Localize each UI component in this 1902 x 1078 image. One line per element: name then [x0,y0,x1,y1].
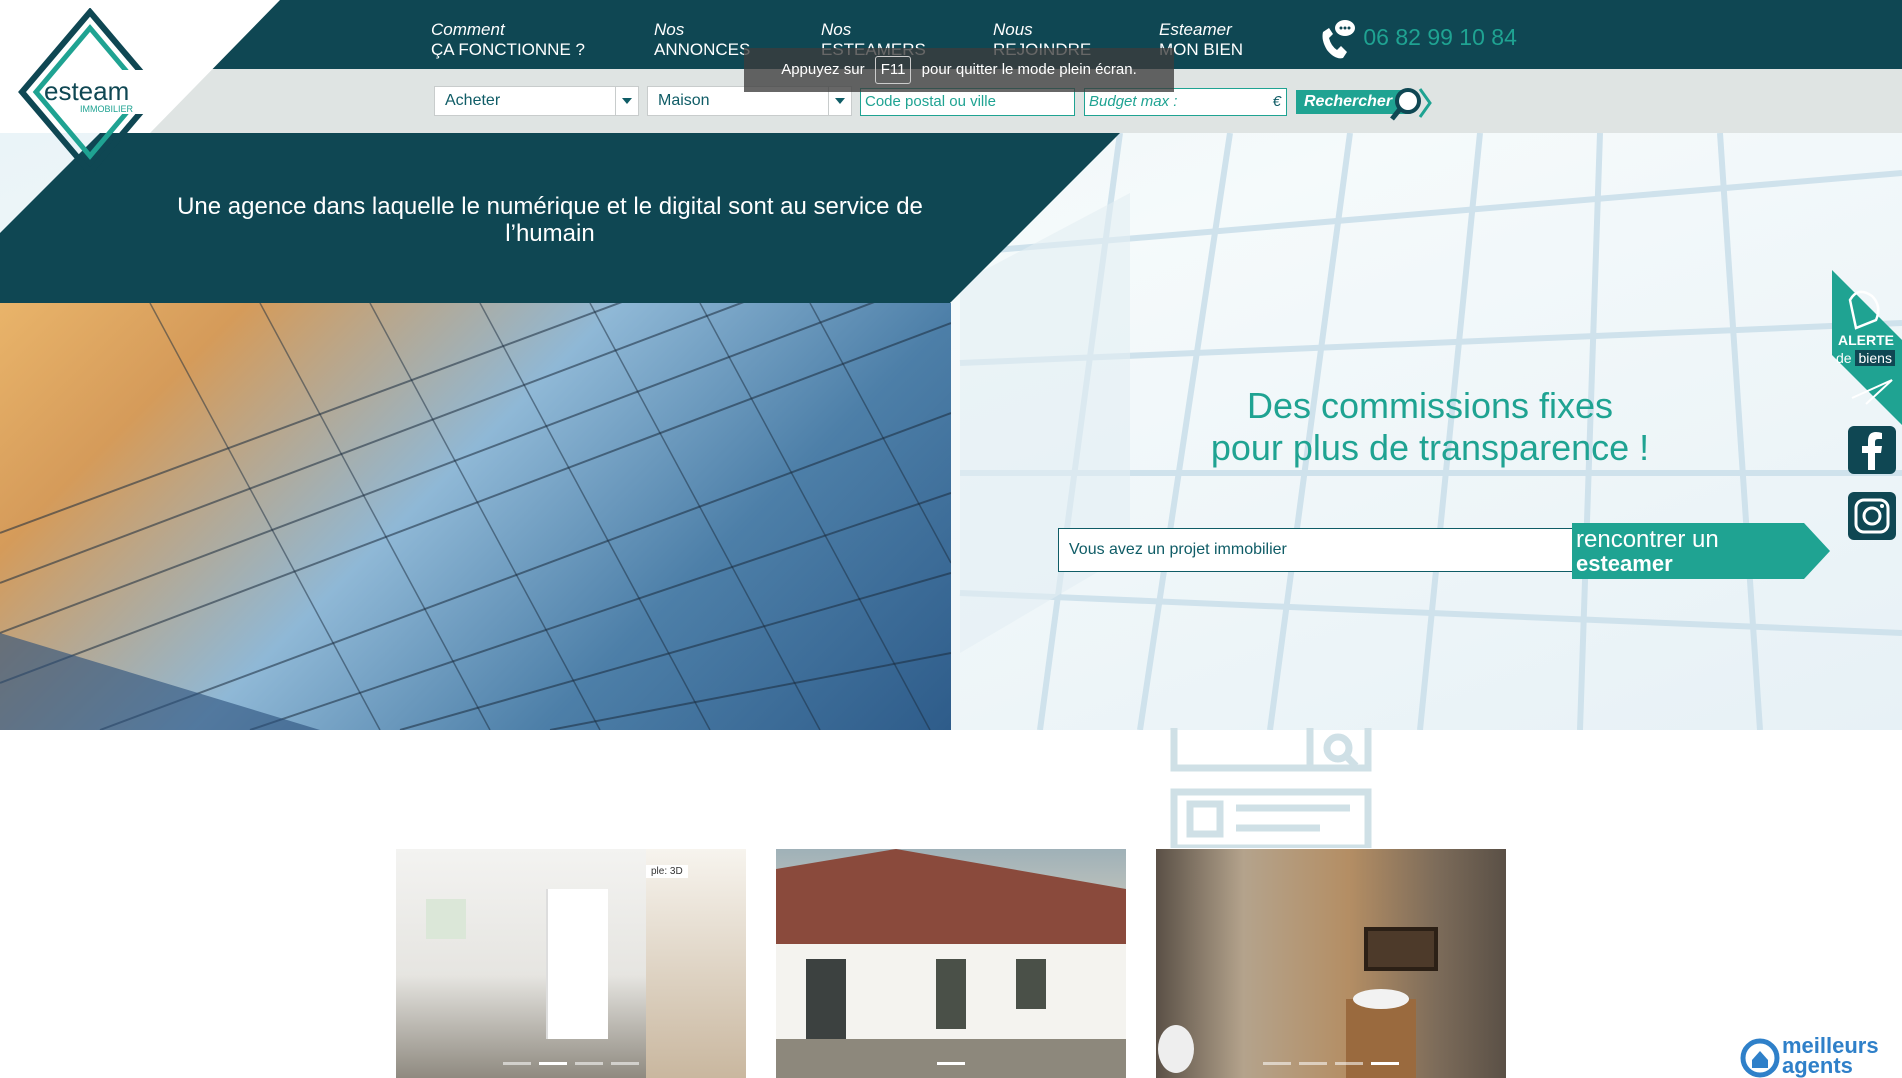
meet-button-line1: rencontrer un [1576,526,1719,553]
search-button[interactable]: Rechercher [1296,88,1432,121]
transaction-select[interactable]: Acheter [434,86,639,116]
carousel-dot-active[interactable] [1371,1062,1399,1065]
carousel-dot[interactable] [1335,1062,1363,1065]
carousel-dot[interactable] [503,1062,531,1065]
toast-text-before: Appuyez sur [781,61,865,78]
carousel-dots [776,1052,1126,1070]
meilleurs-agents-line2: agents [1782,1053,1853,1078]
toast-key: F11 [874,56,912,84]
3d-visit-label: ple: 3D [646,865,688,878]
meilleurs-agents-badge[interactable]: meilleurs agents [1740,1035,1902,1078]
alert-de-text: de [1836,350,1852,366]
project-input[interactable]: Vous avez un projet immobilier [1058,528,1574,572]
window [426,899,466,939]
listing-search-icon [1170,728,1372,848]
phone-icon [1322,20,1355,59]
chevron-down-icon [615,87,638,115]
alert-sublabel: de biens [1836,350,1895,366]
door-frame [546,889,608,1039]
stone-bathroom-photo [1158,927,1438,1078]
meet-esteamer-button[interactable]: rencontrer un esteamer [1572,523,1830,579]
carousel-dot[interactable] [1263,1062,1291,1065]
listing-card[interactable]: ple: 3D [396,849,746,1078]
nav-listings[interactable]: Nos ANNONCES [654,20,750,60]
budget-input-placeholder: Budget max : [1089,93,1178,110]
meilleurs-agents-logo-icon [1740,1038,1780,1078]
nav-how-it-works-line2: ÇA FONCTIONNE ? [431,40,585,59]
house-exterior-photo [776,849,1126,1078]
carousel-dot-active[interactable] [539,1062,567,1065]
transaction-select-value: Acheter [445,92,501,109]
facebook-icon[interactable] [1848,426,1896,474]
instagram-icon[interactable] [1848,492,1896,540]
esteam-logo[interactable]: esteam IMMOBILIER [6,8,166,173]
listing-card[interactable] [776,849,1126,1078]
hero-headline: Des commissions fixes pour plus de trans… [1170,385,1690,469]
carousel-dots [396,1052,746,1070]
carousel-dot[interactable] [611,1062,639,1065]
meet-button-line2: esteamer [1576,551,1673,576]
search-icon [1390,88,1432,121]
empty-apartment-room-photo [646,849,746,1078]
fullscreen-toast: Appuyez sur F11 pour quitter le mode ple… [744,48,1174,92]
phone-number-link[interactable]: 06 82 99 10 84 [1317,18,1517,60]
nav-esteamers-line1: Nos [821,20,852,39]
carousel-dot[interactable] [575,1062,603,1065]
hero-section: Une agence dans laquelle le numérique et… [0,133,1902,730]
hero-tagline: Une agence dans laquelle le numérique et… [177,193,923,247]
phone-number: 06 82 99 10 84 [1363,24,1517,51]
listing-card[interactable] [1156,849,1506,1078]
budget-input[interactable]: Budget max : € [1084,88,1287,116]
logo-text: esteam [44,76,130,106]
carousel-dot-active[interactable] [937,1062,965,1065]
carousel-dots [1156,1052,1506,1070]
alert-label: ALERTE [1838,332,1894,348]
toast-text-after: pour quitter le mode plein écran. [921,61,1137,78]
nav-listings-line2: ANNONCES [654,40,751,59]
hero-headline-line1: Des commissions fixes [1246,385,1614,426]
nav-how-it-works-line1: Comment [431,20,505,39]
nav-sell-property-line1: Esteamer [1159,20,1232,39]
location-input[interactable]: Code postal ou ville [860,88,1075,116]
building-photo [0,303,951,730]
hero-headline-line2: pour plus de transparence ! [1210,427,1650,468]
currency-symbol: € [1272,93,1281,110]
property-type-select-value: Maison [658,92,710,109]
nav-join-us-line1: Nous [993,20,1033,39]
alert-biens-text: biens [1855,350,1895,366]
property-alert-tab[interactable]: ALERTE de biens [1832,270,1902,425]
nav-how-it-works[interactable]: Comment ÇA FONCTIONNE ? [431,20,585,60]
logo-subtext: IMMOBILIER [80,104,134,114]
carousel-dot[interactable] [1299,1062,1327,1065]
nav-listings-line1: Nos [654,20,685,39]
